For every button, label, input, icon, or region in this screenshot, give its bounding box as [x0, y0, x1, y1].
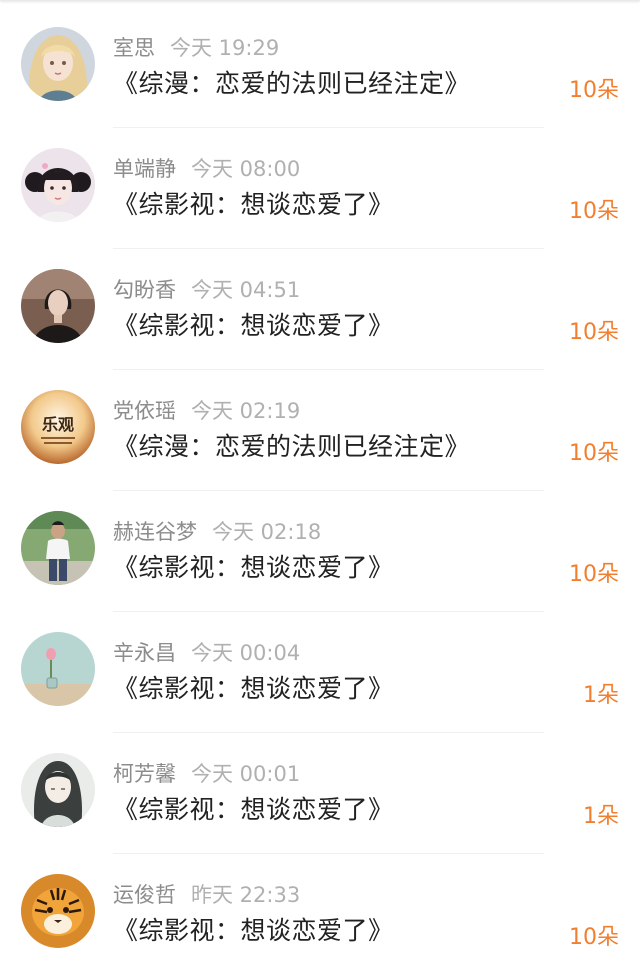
book-title[interactable]: 《综影视：想谈恋爱了》 — [113, 669, 394, 705]
user-name[interactable]: 柯芳馨 — [113, 762, 176, 786]
record-meta: 运俊哲 昨天 22:33 — [113, 879, 300, 909]
record-meta: 柯芳馨 今天 00:01 — [113, 758, 300, 788]
list-item[interactable]: 辛永昌 今天 00:04 《综影视：想谈恋爱了》 1朵 — [0, 612, 640, 733]
record-meta: 勾盼香 今天 04:51 — [113, 274, 300, 304]
list-item[interactable]: 单端静 今天 08:00 《综影视：想谈恋爱了》 10朵 — [0, 128, 640, 249]
ink-drawing-avatar-icon — [21, 753, 95, 827]
flower-count: 10朵 — [569, 199, 619, 224]
record-meta: 辛永昌 今天 00:04 — [113, 637, 300, 667]
user-name[interactable]: 勾盼香 — [113, 278, 176, 302]
gift-record-list: 室思今天 19:29 《综漫：恋爱的法则已经注定》 10朵 单端静今天 08 — [0, 0, 640, 975]
timestamp: 今天 08:00 — [191, 157, 301, 181]
record-meta: 室思 今天 19:29 — [113, 32, 279, 62]
standing-man-avatar-icon — [21, 511, 95, 585]
flower-count: 10朵 — [569, 320, 619, 345]
flower-count: 10朵 — [569, 925, 619, 950]
flower-count: 1朵 — [583, 683, 619, 708]
avatar[interactable] — [21, 148, 95, 222]
avatar[interactable] — [21, 269, 95, 343]
timestamp: 今天 00:01 — [191, 762, 301, 786]
user-name[interactable]: 党依瑶 — [113, 399, 176, 423]
user-name[interactable]: 赫连谷梦 — [113, 520, 197, 544]
book-title[interactable]: 《综影视：想谈恋爱了》 — [113, 306, 394, 342]
list-item[interactable]: 赫连谷梦 今天 02:18 《综影视：想谈恋爱了》 10朵 — [0, 491, 640, 612]
book-title[interactable]: 《综影视：想谈恋爱了》 — [113, 790, 394, 826]
list-item[interactable]: 柯芳馨 今天 00:01 《综影视：想谈恋爱了》 1朵 — [0, 733, 640, 854]
timestamp: 今天 19:29 — [170, 36, 280, 60]
record-meta: 赫连谷梦 今天 02:18 — [113, 516, 321, 546]
list-item[interactable]: 运俊哲 昨天 22:33 《综影视：想谈恋爱了》 10朵 — [0, 854, 640, 975]
avatar-text: 乐观 — [42, 415, 74, 434]
list-item[interactable]: 勾盼香 今天 04:51 《综影视：想谈恋爱了》 10朵 — [0, 249, 640, 370]
record-meta: 单端静 今天 08:00 — [113, 153, 300, 183]
list-item[interactable]: 室思 今天 19:29 《综漫：恋爱的法则已经注定》 10朵 — [0, 7, 640, 128]
flower-count: 10朵 — [569, 441, 619, 466]
list-item[interactable]: 乐观 党依瑶 今天 02:19 《综漫：恋爱的法则已经注定》 10朵 — [0, 370, 640, 491]
book-title[interactable]: 《综漫：恋爱的法则已经注定》 — [113, 427, 470, 463]
timestamp: 今天 00:04 — [191, 641, 301, 665]
book-title[interactable]: 《综影视：想谈恋爱了》 — [113, 911, 394, 947]
avatar[interactable]: 乐观 — [21, 390, 95, 464]
book-title[interactable]: 《综漫：恋爱的法则已经注定》 — [113, 64, 470, 100]
blonde-girl-avatar-icon — [21, 27, 95, 101]
flower-count: 10朵 — [569, 562, 619, 587]
user-name[interactable]: 运俊哲 — [113, 883, 176, 907]
record-meta: 党依瑶 今天 02:19 — [113, 395, 300, 425]
avatar[interactable] — [21, 874, 95, 948]
user-name[interactable]: 单端静 — [113, 157, 176, 181]
flower-count: 1朵 — [583, 804, 619, 829]
flower-count: 10朵 — [569, 78, 619, 103]
book-title[interactable]: 《综影视：想谈恋爱了》 — [113, 548, 394, 584]
avatar[interactable] — [21, 632, 95, 706]
timestamp: 今天 02:18 — [212, 520, 322, 544]
user-name[interactable]: 室思 — [113, 36, 155, 60]
dark-portrait-avatar-icon — [21, 269, 95, 343]
leguan-text-avatar-icon: 乐观 — [21, 390, 95, 464]
pigtail-girl-avatar-icon — [21, 148, 95, 222]
flower-vase-avatar-icon — [21, 632, 95, 706]
avatar[interactable] — [21, 27, 95, 101]
timestamp: 今天 02:19 — [191, 399, 301, 423]
avatar[interactable] — [21, 511, 95, 585]
book-title[interactable]: 《综影视：想谈恋爱了》 — [113, 185, 394, 221]
tiger-avatar-icon — [21, 874, 95, 948]
timestamp: 昨天 22:33 — [191, 883, 301, 907]
avatar[interactable] — [21, 753, 95, 827]
timestamp: 今天 04:51 — [191, 278, 301, 302]
user-name[interactable]: 辛永昌 — [113, 641, 176, 665]
